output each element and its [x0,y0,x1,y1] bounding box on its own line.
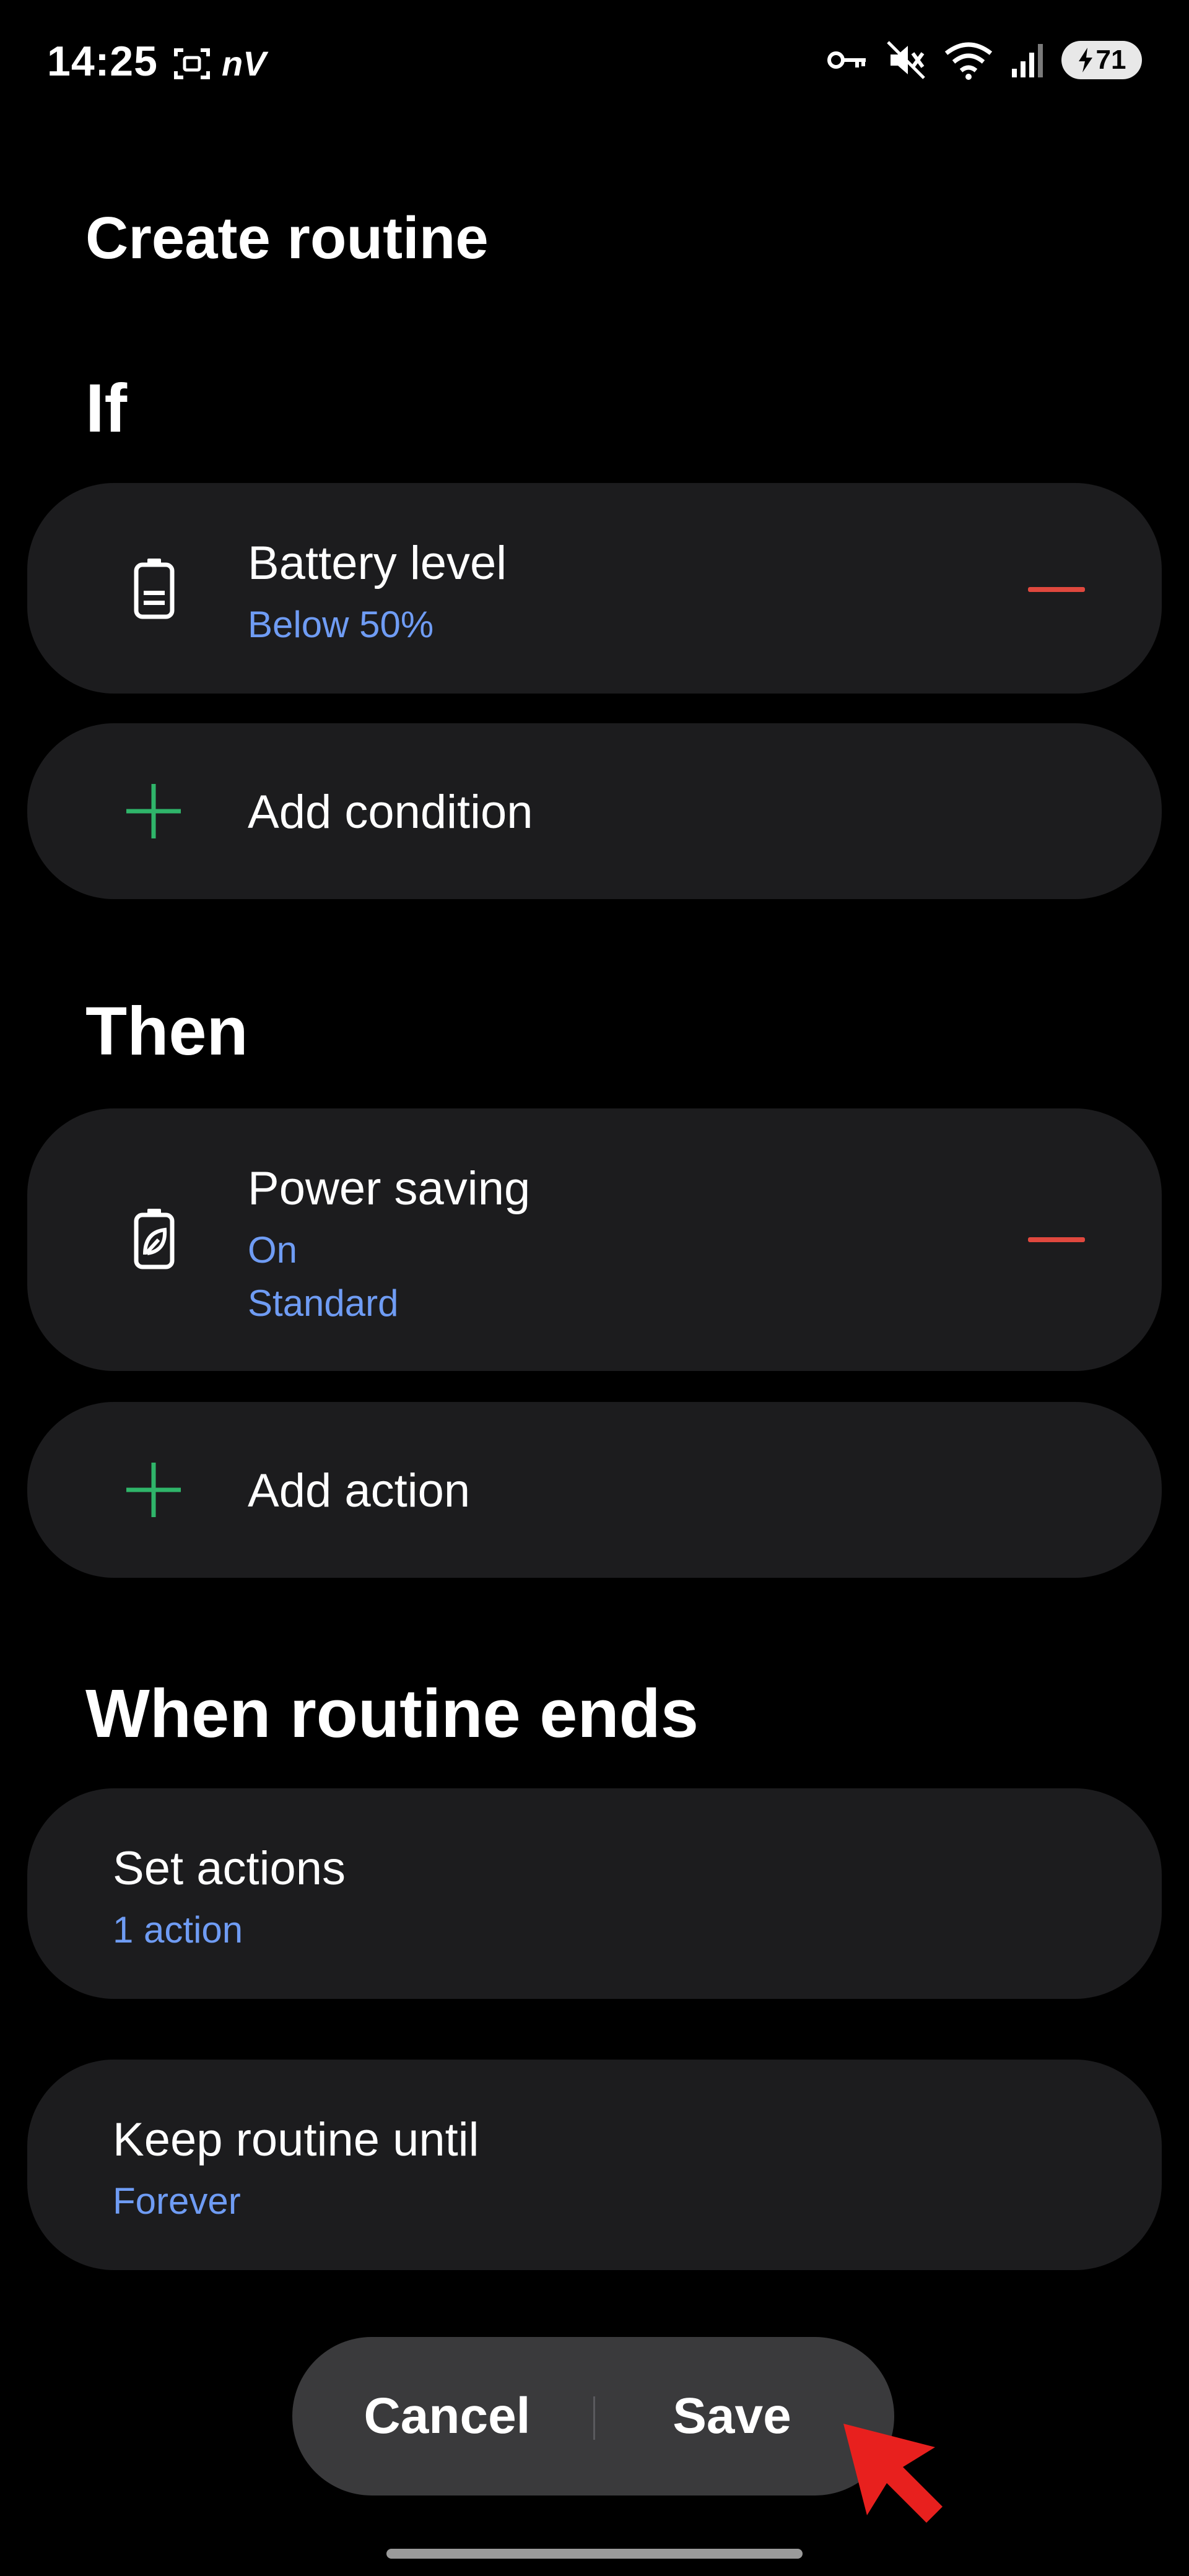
condition-label: Battery level [248,537,507,590]
remove-action-button[interactable] [1028,1237,1085,1242]
battery-leaf-icon [134,1209,175,1269]
then-section-title: Then [85,993,248,1069]
condition-value: Below 50% [248,604,434,645]
battery-icon [134,559,175,619]
mute-icon [887,41,925,79]
remove-condition-button[interactable] [1028,587,1085,592]
page-title: Create routine [85,205,489,271]
signal-icon [1012,44,1043,77]
plus-icon [126,1463,181,1517]
set-actions-item[interactable]: Set actions 1 action [27,1788,1162,1999]
save-button[interactable]: Save [602,2337,862,2496]
add-action-button[interactable]: Add action [27,1402,1162,1578]
action-label: Power saving [248,1162,531,1215]
set-actions-label: Set actions [113,1842,346,1895]
vpn-key-icon [827,51,866,69]
battery-indicator: 71 [1061,41,1142,79]
pointer-cursor-icon [843,2424,943,2523]
status-bar: 14:25 nV 71 [0,0,1189,130]
action-value-mode: Standard [248,1282,399,1324]
add-condition-label: Add condition [248,786,533,838]
set-actions-value: 1 action [113,1909,243,1951]
bottom-action-bar: Cancel Save [292,2337,894,2496]
status-left-icons: nV [173,43,266,84]
status-time: 14:25 [47,38,158,85]
carrier-label: nV [222,44,266,83]
screenshot-icon [174,48,210,79]
add-condition-button[interactable]: Add condition [27,723,1162,899]
keep-routine-until-item[interactable]: Keep routine until Forever [27,2060,1162,2270]
charging-bolt-icon [1078,48,1092,72]
action-power-saving[interactable]: Power saving On Standard [27,1108,1162,1371]
wifi-icon [944,42,993,80]
action-value-state: On [248,1229,298,1271]
bottom-divider [593,2396,595,2440]
if-section-title: If [85,370,128,446]
keep-routine-value: Forever [113,2180,241,2222]
status-right-icons: 71 [826,40,1142,80]
home-indicator[interactable] [386,2549,803,2559]
cancel-button[interactable]: Cancel [317,2337,577,2496]
plus-icon [126,784,181,838]
keep-routine-label: Keep routine until [113,2113,479,2166]
end-section-title: When routine ends [85,1676,699,1752]
add-action-label: Add action [248,1464,471,1517]
battery-level: 71 [1095,45,1126,75]
condition-battery-level[interactable]: Battery level Below 50% [27,483,1162,694]
